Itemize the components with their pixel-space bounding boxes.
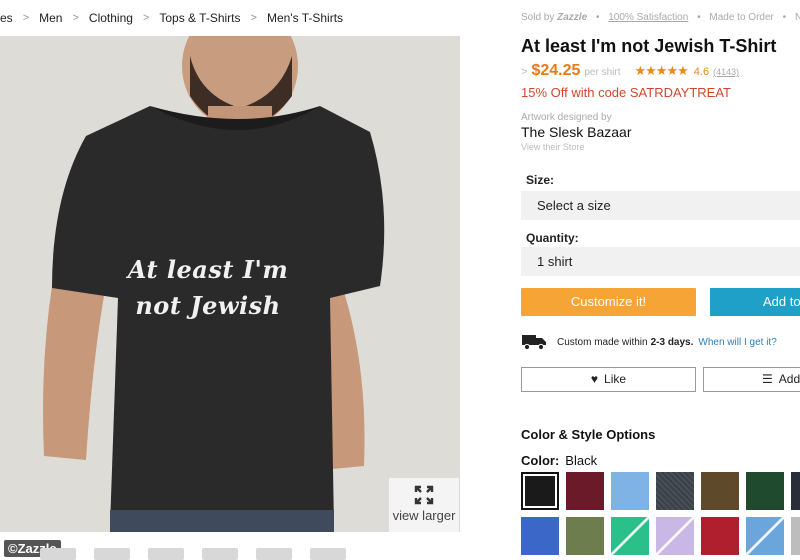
color-swatch[interactable] [566, 472, 604, 510]
view-larger-label: view larger [392, 508, 456, 523]
delivery-info: Custom made within 2-3 days. When will I… [521, 331, 777, 353]
product-image[interactable]: At least I'm not Jewish [0, 36, 460, 532]
color-swatch[interactable] [611, 517, 649, 555]
breadcrumb-item-men[interactable]: Men [39, 11, 62, 25]
shirt-print-text: At least I'm not Jewish [118, 252, 298, 324]
separator-dot: • [595, 12, 600, 23]
quantity-label: Quantity: [526, 231, 579, 245]
thumbnail[interactable] [202, 548, 238, 560]
sold-by-label: Sold by [521, 12, 555, 23]
price-arrow-icon[interactable]: > [521, 66, 527, 78]
price-row: > $24.25 per shirt ★★★★★ 4.6 (4143) [521, 62, 739, 80]
truck-icon [522, 335, 546, 351]
color-swatch[interactable] [791, 472, 800, 510]
list-add-icon: ☰ [762, 372, 773, 386]
store-name-link[interactable]: The Slesk Bazaar [521, 124, 632, 140]
when-will-i-get-it-link[interactable]: When will I get it? [698, 337, 776, 348]
expand-icon [414, 485, 434, 505]
breadcrumb: es > Men > Clothing > Tops & T-Shirts > … [0, 8, 343, 28]
selected-color: Black [565, 453, 598, 468]
product-details: Sold by Zazzle • 100% Satisfaction • Mad… [521, 0, 800, 560]
delivery-prefix: Custom made within [557, 336, 648, 348]
like-label: Like [604, 372, 627, 386]
chevron-right-icon: > [22, 12, 30, 24]
thumbnail-strip [40, 548, 346, 560]
seller-line: Sold by Zazzle • 100% Satisfaction • Mad… [521, 12, 800, 23]
quantity-select[interactable]: 1 shirt [521, 247, 800, 276]
color-swatch[interactable] [521, 517, 559, 555]
breadcrumb-item[interactable]: es [0, 11, 13, 25]
rating-value: 4.6 [693, 66, 710, 78]
thumbnail[interactable] [94, 548, 130, 560]
color-label: Color: [521, 453, 560, 468]
per-unit-label: per shirt [584, 67, 621, 78]
thumbnail[interactable] [256, 548, 292, 560]
star-rating-icon: ★★★★★ [634, 63, 689, 78]
artwork-label: Artwork designed by [521, 112, 612, 123]
add-to-cart-button[interactable]: Add to [710, 288, 800, 316]
color-swatch[interactable] [746, 517, 784, 555]
seller-line-trailing: N [794, 12, 800, 23]
price: $24.25 [531, 62, 581, 79]
size-select[interactable]: Select a size [521, 191, 800, 220]
thumbnail[interactable] [40, 548, 76, 560]
made-to-order-label: Made to Order [709, 12, 774, 23]
color-style-heading: Color & Style Options [521, 427, 656, 442]
thumbnail[interactable] [148, 548, 184, 560]
color-swatch[interactable] [746, 472, 784, 510]
thumbnail[interactable] [310, 548, 346, 560]
customize-button[interactable]: Customize it! [521, 288, 696, 316]
review-count-link[interactable]: (4143) [713, 67, 739, 77]
shirt-print-line: not Jewish [135, 291, 281, 320]
breadcrumb-item-clothing[interactable]: Clothing [89, 11, 133, 25]
chevron-right-icon: > [72, 12, 79, 24]
shirt-print-line: At least I'm [127, 255, 289, 284]
view-larger-button[interactable]: view larger [389, 478, 459, 532]
heart-icon: ♥ [590, 372, 599, 386]
color-swatch[interactable] [701, 472, 739, 510]
like-button[interactable]: ♥ Like [521, 367, 696, 392]
view-store-link[interactable]: View their Store [521, 142, 584, 152]
color-swatch[interactable] [611, 472, 649, 510]
zazzle-brand[interactable]: Zazzle [557, 12, 587, 23]
color-swatch[interactable] [521, 472, 559, 510]
satisfaction-link[interactable]: 100% Satisfaction [608, 12, 688, 23]
delivery-days: 2-3 days. [650, 336, 694, 348]
separator-dot: • [782, 12, 787, 23]
color-swatch[interactable] [656, 517, 694, 555]
breadcrumb-item-tops[interactable]: Tops & T-Shirts [159, 11, 240, 25]
color-swatch[interactable] [566, 517, 604, 555]
product-title: At least I'm not Jewish T-Shirt [521, 36, 777, 56]
add-to-list-button[interactable]: ☰ Add [703, 367, 800, 392]
size-label: Size: [526, 173, 555, 187]
separator-dot: • [697, 12, 701, 23]
chevron-right-icon: > [250, 12, 257, 24]
promo-code: 15% Off with code SATRDAYTREAT [521, 85, 731, 100]
add-to-list-label: Add [778, 372, 800, 386]
color-selection: Color: Black [521, 453, 597, 468]
chevron-right-icon: > [142, 12, 150, 24]
color-swatch[interactable] [791, 517, 800, 555]
color-swatch[interactable] [701, 517, 739, 555]
breadcrumb-item-mens-tshirts[interactable]: Men's T-Shirts [267, 11, 343, 25]
color-swatch[interactable] [656, 472, 694, 510]
